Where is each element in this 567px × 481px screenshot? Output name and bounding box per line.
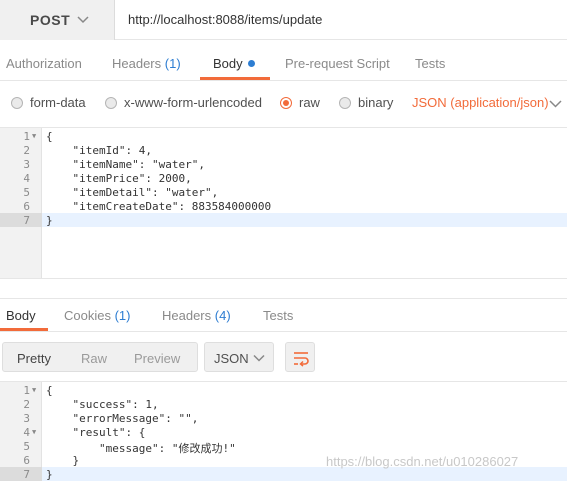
code-line: } xyxy=(46,468,53,481)
tab-count: (4) xyxy=(214,308,231,323)
line-number: 4 xyxy=(23,426,30,439)
radio-label: raw xyxy=(299,95,320,110)
radio-label: x-www-form-urlencoded xyxy=(124,95,262,110)
tab-label: Tests xyxy=(415,56,446,71)
line-number: 1 xyxy=(23,130,30,143)
chevron-down-icon xyxy=(77,16,89,24)
line-number: 7 xyxy=(23,214,30,227)
response-toolbar: Pretty Raw Preview JSON xyxy=(0,340,567,376)
view-mode-selector: Pretty Raw Preview xyxy=(2,342,198,372)
tab-headers[interactable]: Headers (1) xyxy=(112,56,181,71)
response-tabs: Body Cookies (1) Headers (4) Tests xyxy=(0,298,567,332)
code-line: "itemCreateDate": 883584000000 xyxy=(46,200,272,213)
request-tabs: Authorization Headers (1) Body Pre-reque… xyxy=(0,45,567,81)
fold-arrow-icon[interactable]: ▼ xyxy=(32,428,36,436)
code-line: "itemPrice": 2000, xyxy=(46,172,192,185)
wrap-lines-button[interactable] xyxy=(285,342,315,372)
method-selector[interactable]: POST xyxy=(0,0,115,40)
format-label: JSON xyxy=(214,351,249,366)
line-number: 4 xyxy=(23,172,30,185)
tab-tests[interactable]: Tests xyxy=(415,56,445,71)
active-tab-indicator xyxy=(200,77,270,80)
tab-response-body[interactable]: Body xyxy=(6,308,36,323)
code-line: { xyxy=(46,384,53,397)
wrap-lines-icon xyxy=(294,352,309,367)
line-number: 6 xyxy=(23,454,30,467)
chevron-down-icon[interactable] xyxy=(549,97,562,110)
fold-arrow-icon[interactable]: ▼ xyxy=(32,386,36,394)
radio-circle-icon xyxy=(105,96,117,109)
code-line: "success": 1, xyxy=(46,398,159,411)
tab-count: (1) xyxy=(164,56,181,71)
watermark-text: https://blog.csdn.net/u010286027 xyxy=(326,454,519,469)
chevron-down-icon xyxy=(253,354,265,362)
tab-label: Headers xyxy=(162,308,212,323)
radio-circle-icon xyxy=(280,96,292,109)
tab-response-headers[interactable]: Headers (4) xyxy=(162,308,231,323)
line-number: 3 xyxy=(23,158,30,171)
tab-count: (1) xyxy=(114,308,131,323)
line-number: 2 xyxy=(23,144,30,157)
tab-label: Tests xyxy=(263,308,294,323)
view-raw-button[interactable]: Raw xyxy=(81,351,107,366)
code-line: { xyxy=(46,130,53,143)
code-line: } xyxy=(46,214,53,227)
code-line: } xyxy=(46,454,80,467)
modified-dot-icon xyxy=(247,60,255,67)
active-line-highlight xyxy=(42,467,567,481)
line-number: 5 xyxy=(23,186,30,199)
tab-label: Headers xyxy=(112,56,162,71)
radio-urlencoded[interactable]: x-www-form-urlencoded xyxy=(105,95,262,110)
radio-circle-icon xyxy=(339,96,351,109)
tab-label: Cookies xyxy=(64,308,111,323)
radio-form-data[interactable]: form-data xyxy=(11,95,86,110)
radio-circle-icon xyxy=(11,96,23,109)
code-line: "itemName": "water", xyxy=(46,158,205,171)
line-number: 5 xyxy=(23,440,30,453)
request-body-editor[interactable]: 1 ▼ 2 3 4 5 6 7 { "itemId": 4, "itemName… xyxy=(0,127,567,279)
line-number: 2 xyxy=(23,398,30,411)
view-preview-button[interactable]: Preview xyxy=(134,351,180,366)
code-line: "errorMessage": "", xyxy=(46,412,199,425)
tab-cookies[interactable]: Cookies (1) xyxy=(64,308,130,323)
line-number: 3 xyxy=(23,412,30,425)
tab-label: Authorization xyxy=(6,56,82,71)
tab-label: Body xyxy=(213,56,243,71)
code-line: "itemDetail": "water", xyxy=(46,186,219,199)
tab-response-tests[interactable]: Tests xyxy=(263,308,293,323)
tab-authorization[interactable]: Authorization xyxy=(6,56,82,71)
line-number: 1 xyxy=(23,384,30,397)
tab-label: Body xyxy=(6,308,36,323)
response-format-dropdown[interactable]: JSON xyxy=(204,342,274,372)
tab-label: Pre-request Script xyxy=(285,56,390,71)
code-line: "result": { xyxy=(46,426,146,439)
fold-arrow-icon[interactable]: ▼ xyxy=(32,132,36,140)
url-input[interactable]: http://localhost:8088/items/update xyxy=(128,12,322,27)
content-type-dropdown[interactable]: JSON (application/json) xyxy=(412,95,549,110)
radio-binary[interactable]: binary xyxy=(339,95,393,110)
active-tab-indicator xyxy=(0,328,48,331)
code-line: "itemId": 4, xyxy=(46,144,152,157)
line-number: 7 xyxy=(23,468,30,481)
active-line-highlight xyxy=(42,213,567,227)
line-number: 6 xyxy=(23,200,30,213)
tab-body[interactable]: Body xyxy=(213,56,255,71)
tab-pre-request-script[interactable]: Pre-request Script xyxy=(285,56,390,71)
method-label: POST xyxy=(30,12,71,28)
radio-label: form-data xyxy=(30,95,86,110)
view-pretty-button[interactable]: Pretty xyxy=(17,351,51,366)
radio-label: binary xyxy=(358,95,394,110)
body-type-selector: form-data x-www-form-urlencoded raw bina… xyxy=(0,86,567,118)
radio-raw[interactable]: raw xyxy=(280,95,320,110)
request-url-bar: POST http://localhost:8088/items/update xyxy=(0,0,567,40)
